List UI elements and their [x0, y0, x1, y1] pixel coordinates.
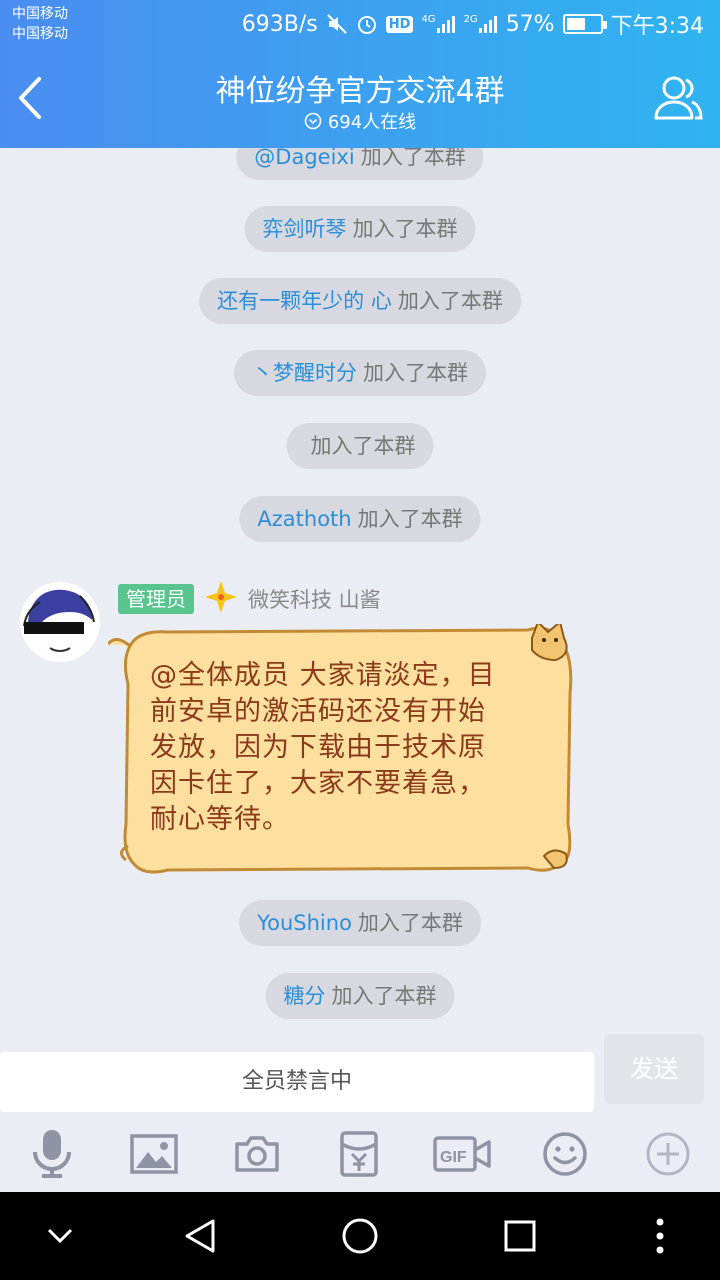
- message-meta: 管理员 微笑科技 山酱: [118, 580, 381, 618]
- status-bar: 中国移动 中国移动 693B/s HD 4G 2G 57% 下午3:34: [0, 0, 720, 48]
- username-link[interactable]: 还有一颗年少的 心: [217, 289, 392, 313]
- system-message: 糖分 加入了本群: [265, 973, 455, 1019]
- signal-1-icon: 4G: [421, 14, 455, 34]
- chevron-circle-icon: [304, 112, 322, 130]
- battery-percent: 57%: [505, 11, 555, 37]
- plus-icon[interactable]: [640, 1126, 696, 1182]
- group-title: 神位纷争官方交流4群: [215, 74, 505, 109]
- username-link[interactable]: YouShino: [257, 911, 352, 935]
- svg-text:GIF: GIF: [440, 1149, 467, 1166]
- online-count-row: 694人在线: [0, 108, 720, 134]
- signal-2-icon: 2G: [464, 14, 498, 34]
- carrier-info: 中国移动 中国移动: [12, 4, 68, 44]
- microphone-icon[interactable]: [24, 1126, 80, 1182]
- battery-icon: [562, 14, 607, 34]
- network-type-1: 4G: [421, 14, 436, 25]
- camera-icon[interactable]: [229, 1126, 285, 1182]
- system-navigation-bar: [0, 1192, 720, 1280]
- input-row: 全员禁言中 发送: [0, 1034, 720, 1116]
- username-link[interactable]: 弈剑听琴: [263, 217, 347, 241]
- sender-name[interactable]: 微笑科技 山酱: [248, 584, 381, 614]
- recents-square-icon[interactable]: [496, 1212, 544, 1260]
- emoji-icon[interactable]: [537, 1126, 593, 1182]
- clock: 下午3:34: [610, 14, 704, 39]
- system-message: 弈剑听琴 加入了本群: [244, 206, 476, 252]
- system-message: @Dageixi 加入了本群: [236, 148, 484, 180]
- carrier-2: 中国移动: [12, 26, 68, 42]
- system-message: Azathoth 加入了本群: [239, 496, 481, 542]
- avatar[interactable]: [20, 582, 100, 662]
- username-link[interactable]: Azathoth: [257, 507, 351, 531]
- carrier-1: 中国移动: [12, 6, 68, 22]
- status-indicators: 693B/s HD 4G 2G 57% 下午3:34: [242, 0, 704, 48]
- username-link[interactable]: @Dageixi: [254, 148, 354, 169]
- network-type-2: 2G: [463, 14, 478, 25]
- send-button[interactable]: 发送: [604, 1034, 704, 1104]
- network-speed: 693B/s: [241, 11, 318, 37]
- chevron-down-icon[interactable]: [36, 1212, 84, 1260]
- alarm-icon: [356, 13, 378, 35]
- message-text: @全体成员 大家请淡定，目 前安卓的激活码还没有开始 发放，因为下载由于技术原 …: [150, 660, 496, 835]
- input-toolbar: GIF: [0, 1116, 720, 1192]
- home-circle-icon[interactable]: [336, 1212, 384, 1260]
- group-members-button[interactable]: [650, 70, 706, 126]
- star-badge-icon: [204, 580, 238, 618]
- message-input-muted[interactable]: 全员禁言中: [0, 1052, 594, 1112]
- hd-icon: HD: [385, 15, 414, 33]
- chat-messages[interactable]: @Dageixi 加入了本群 弈剑听琴 加入了本群 还有一颗年少的 心加入了本群 丶…: [0, 148, 720, 1034]
- chat-header: 神位纷争官方交流4群 694人在线: [0, 48, 720, 148]
- system-message: 还有一颗年少的 心加入了本群: [199, 278, 521, 324]
- system-message: 加入了本群: [286, 423, 434, 469]
- username-link[interactable]: 糖分: [284, 984, 326, 1008]
- system-message: 丶梦醒时分 加入了本群: [234, 350, 486, 396]
- username-link[interactable]: 丶梦醒时分: [252, 361, 357, 385]
- image-icon[interactable]: [126, 1126, 182, 1182]
- online-count: 694人在线: [327, 112, 417, 133]
- more-dots-icon[interactable]: [636, 1212, 684, 1260]
- group-members-icon: [654, 76, 703, 120]
- red-packet-icon[interactable]: [331, 1126, 387, 1182]
- back-triangle-icon[interactable]: [176, 1212, 224, 1260]
- admin-badge: 管理员: [118, 584, 194, 614]
- mute-icon: [326, 13, 348, 35]
- gif-icon[interactable]: GIF: [432, 1126, 492, 1182]
- system-message: YouShino 加入了本群: [239, 900, 481, 946]
